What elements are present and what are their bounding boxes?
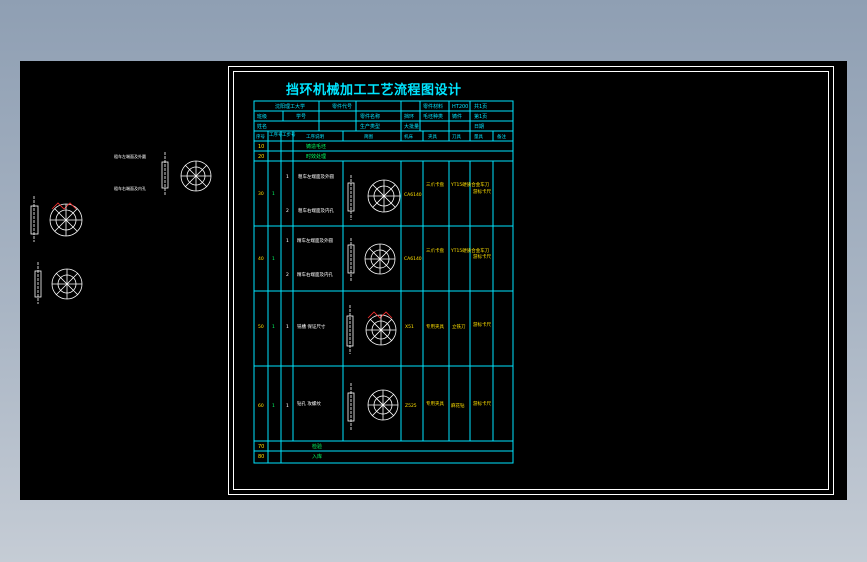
drawing-title: 挡环机械加工工艺流程图设计 [286, 83, 462, 98]
drawing-border-inner [233, 71, 829, 490]
